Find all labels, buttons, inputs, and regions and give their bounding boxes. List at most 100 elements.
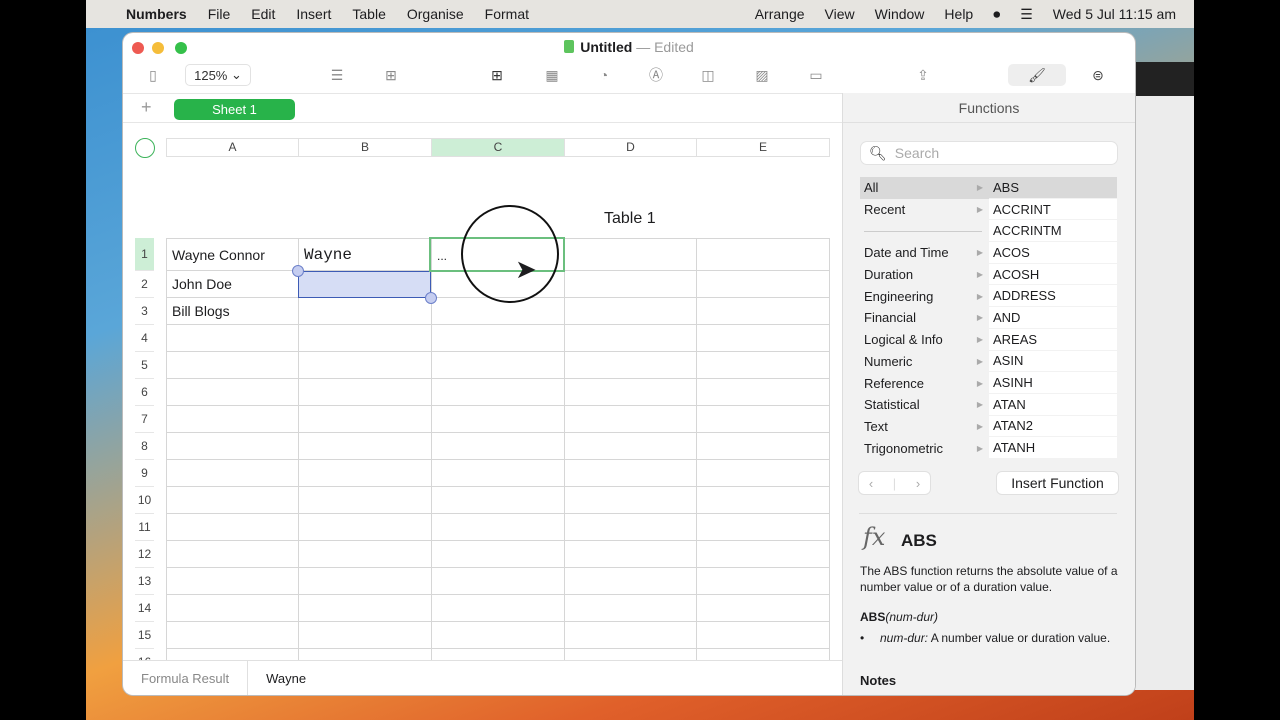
cell-a14[interactable]	[166, 595, 299, 622]
selection-handle-bottom[interactable]	[425, 292, 437, 304]
row-header-2[interactable]: 2	[135, 271, 154, 298]
chart-icon[interactable]: ◔	[594, 64, 614, 86]
function-item[interactable]: ATAN2	[989, 415, 1117, 438]
cell-b6[interactable]	[299, 379, 432, 406]
menu-edit[interactable]: Edit	[251, 6, 275, 22]
cell-a3[interactable]: Bill Blogs	[166, 298, 299, 325]
row-header-12[interactable]: 12	[135, 541, 154, 568]
function-item[interactable]: ADDRESS	[989, 285, 1117, 308]
cell-b9[interactable]	[299, 460, 432, 487]
function-item[interactable]: ATANH	[989, 437, 1117, 459]
cell-e12[interactable]	[697, 541, 830, 568]
category-recent[interactable]: Recent ▶	[860, 199, 989, 221]
row-header-11[interactable]: 11	[135, 514, 154, 541]
function-item[interactable]: AND	[989, 307, 1117, 329]
cell-a8[interactable]	[166, 433, 299, 460]
cell-e9[interactable]	[697, 460, 830, 487]
cell-c14[interactable]	[432, 595, 565, 622]
table-icon[interactable]: ▦	[542, 64, 562, 86]
cell-d5[interactable]	[565, 352, 697, 379]
category-reference[interactable]: Reference ▶	[860, 372, 989, 394]
cell-a16[interactable]	[166, 649, 299, 660]
cell-c5[interactable]	[432, 352, 565, 379]
category-numeric[interactable]: Numeric ▶	[860, 351, 989, 373]
category-statistical[interactable]: Statistical ▶	[860, 394, 989, 416]
row-header-9[interactable]: 9	[135, 460, 154, 487]
cell-e3[interactable]	[697, 298, 830, 325]
function-item[interactable]: ASINH	[989, 372, 1117, 394]
function-item[interactable]: AREAS	[989, 328, 1117, 351]
cell-c10[interactable]	[432, 487, 565, 514]
control-center-icon[interactable]: ☰	[1020, 6, 1033, 23]
stop-recording-icon[interactable]: ⏺	[993, 6, 1000, 23]
row-header-15[interactable]: 15	[135, 622, 154, 649]
cell-b15[interactable]	[299, 622, 432, 649]
category-logical-info[interactable]: Logical & Info ▶	[860, 329, 989, 351]
cell-a12[interactable]	[166, 541, 299, 568]
cell-b11[interactable]	[299, 514, 432, 541]
menu-organise[interactable]: Organise	[407, 6, 464, 22]
cell-e4[interactable]	[697, 325, 830, 352]
menu-format[interactable]: Format	[485, 6, 529, 22]
share-icon[interactable]: ⇪	[913, 64, 933, 86]
cell-e10[interactable]	[697, 487, 830, 514]
cell-b12[interactable]	[299, 541, 432, 568]
cell-d1[interactable]	[565, 238, 697, 271]
cell-b4[interactable]	[299, 325, 432, 352]
text-icon[interactable]: Ⓐ	[646, 64, 666, 86]
category-trigonometric[interactable]: Trigonometric ▶	[860, 437, 989, 459]
cell-b5[interactable]	[299, 352, 432, 379]
menu-file[interactable]: File	[208, 6, 231, 22]
pivot-table-icon[interactable]: ⊞	[381, 64, 401, 86]
menu-help[interactable]: Help	[944, 6, 973, 22]
function-item[interactable]: ATAN	[989, 393, 1117, 416]
row-header-6[interactable]: 6	[135, 379, 154, 406]
menu-window[interactable]: Window	[875, 6, 925, 22]
cell-e13[interactable]	[697, 568, 830, 595]
format-paintbrush-icon[interactable]: 🖌	[1008, 64, 1066, 86]
menu-app-name[interactable]: Numbers	[126, 6, 187, 22]
cell-c15[interactable]	[432, 622, 565, 649]
function-search-input[interactable]: 🔍︎ Search	[861, 142, 1117, 164]
cell-d3[interactable]	[565, 298, 697, 325]
cell-a2[interactable]: John Doe	[166, 271, 299, 298]
row-header-8[interactable]: 8	[135, 433, 154, 460]
cell-d15[interactable]	[565, 622, 697, 649]
clock[interactable]: Wed 5 Jul 11:15 am	[1053, 6, 1176, 22]
cell-d11[interactable]	[565, 514, 697, 541]
cell-e16[interactable]	[697, 649, 830, 660]
cell-e14[interactable]	[697, 595, 830, 622]
function-item[interactable]: ACOS	[989, 242, 1117, 264]
cell-e7[interactable]	[697, 406, 830, 433]
function-item[interactable]: ACCRINTM	[989, 220, 1117, 243]
cell-b14[interactable]	[299, 595, 432, 622]
menu-arrange[interactable]: Arrange	[755, 6, 805, 22]
table-title[interactable]: Table 1	[604, 210, 656, 228]
cell-e8[interactable]	[697, 433, 830, 460]
row-header-16[interactable]: 16	[135, 649, 154, 660]
zoom-select[interactable]: 125% ⌄	[185, 64, 251, 86]
row-header-4[interactable]: 4	[135, 325, 154, 352]
cell-e15[interactable]	[697, 622, 830, 649]
cell-b7[interactable]	[299, 406, 432, 433]
cell-a9[interactable]	[166, 460, 299, 487]
row-header-14[interactable]: 14	[135, 595, 154, 622]
forward-button[interactable]: ›	[916, 476, 920, 491]
cell-c9[interactable]	[432, 460, 565, 487]
cell-d7[interactable]	[565, 406, 697, 433]
cell-b10[interactable]	[299, 487, 432, 514]
row-header-10[interactable]: 10	[135, 487, 154, 514]
cell-c11[interactable]	[432, 514, 565, 541]
category-date-and-time[interactable]: Date and Time ▶	[860, 242, 989, 264]
cell-c3[interactable]	[432, 298, 565, 325]
selection-handle-top[interactable]	[292, 265, 304, 277]
cell-c8[interactable]	[432, 433, 565, 460]
sidebar-toggle-icon[interactable]: ▯	[143, 64, 163, 86]
cell-b13[interactable]	[299, 568, 432, 595]
organise-icon[interactable]: ⊜	[1088, 64, 1108, 86]
cell-d4[interactable]	[565, 325, 697, 352]
cell-e1[interactable]	[697, 238, 830, 271]
cell-c4[interactable]	[432, 325, 565, 352]
cell-e6[interactable]	[697, 379, 830, 406]
column-header-d[interactable]: D	[565, 138, 697, 157]
